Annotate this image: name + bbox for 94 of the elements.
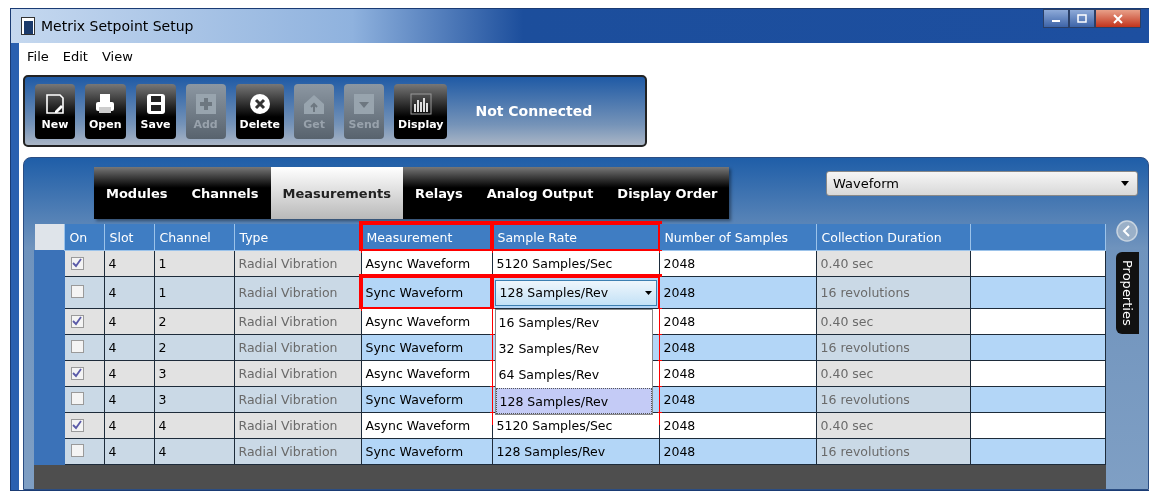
column-header[interactable]: Channel [154, 224, 234, 251]
table-cell: Radial Vibration [234, 250, 361, 277]
table-cell: Radial Vibration [234, 360, 361, 387]
table-cell: 2048 [659, 276, 816, 309]
table-cell: Async Waveform [361, 308, 492, 335]
column-header[interactable]: Collection Duration [816, 224, 970, 251]
checkbox[interactable] [70, 391, 84, 405]
table-cell: 2048 [659, 438, 816, 465]
toolbar-button[interactable]: Open [85, 83, 126, 139]
properties-tab[interactable]: Properties [1115, 252, 1139, 334]
close-button[interactable] [1095, 9, 1141, 28]
table-cell: 1 [154, 250, 234, 277]
sample-rate-dropdown[interactable]: 128 Samples/Rev [494, 279, 657, 306]
table-cell: 16 revolutions [816, 438, 970, 465]
table-cell: 16 revolutions [816, 276, 970, 309]
table-cell: 4 [104, 276, 154, 309]
table-cell: 2048 [659, 386, 816, 413]
menu-item[interactable]: Edit [62, 48, 88, 64]
table-cell: Radial Vibration [234, 276, 361, 309]
toolbar-button[interactable]: Display [394, 83, 448, 139]
filter-dropdown[interactable]: Waveform [826, 171, 1138, 196]
table-cell: 4 [154, 412, 234, 439]
close-icon [1113, 13, 1123, 24]
caret-icon [1121, 181, 1129, 186]
menu-item[interactable]: View [101, 48, 133, 64]
toolbar-button[interactable]: Delete [235, 83, 285, 139]
column-header[interactable]: Number of Samples [659, 224, 816, 251]
table-cell: 16 revolutions [816, 386, 970, 413]
minimize-button[interactable] [1043, 9, 1069, 28]
table-cell: 2048 [659, 308, 816, 335]
table-cell: 0.40 sec [816, 250, 970, 277]
table-cell: 0.40 sec [816, 308, 970, 335]
column-header[interactable]: Sample Rate [492, 224, 659, 251]
collapse-icon[interactable] [1116, 220, 1138, 242]
app-icon [21, 17, 35, 35]
tab[interactable]: Measurements [270, 167, 403, 219]
dropdown-option[interactable]: 128 Samples/Rev [495, 388, 652, 414]
maximize-button[interactable] [1069, 9, 1095, 28]
table-cell: Radial Vibration [234, 412, 361, 439]
download-icon [352, 91, 377, 116]
table-cell: 2 [154, 308, 234, 335]
table-cell: 2 [154, 334, 234, 361]
table-cell: 2048 [659, 334, 816, 361]
bar-chart-icon [408, 91, 433, 116]
column-header[interactable]: Type [234, 224, 361, 251]
table-cell: 0.40 sec [816, 360, 970, 387]
toolbar-button[interactable]: New [35, 83, 75, 139]
table-cell: 5120 Samples/Sec [496, 256, 613, 271]
table-cell: 4 [154, 438, 234, 465]
tab[interactable]: Analog Output [474, 167, 606, 219]
table-cell: 1 [154, 276, 234, 309]
table-cell: 3 [154, 360, 234, 387]
table-cell: 2048 [659, 250, 816, 277]
checkbox[interactable] [70, 314, 84, 328]
table-cell: Async Waveform [361, 360, 492, 387]
table-cell: 0.40 sec [816, 412, 970, 439]
checkbox[interactable] [70, 443, 84, 457]
table-cell: Radial Vibration [234, 308, 361, 335]
table-cell: 2048 [659, 412, 816, 439]
checkbox[interactable] [70, 339, 84, 353]
table-cell: Sync Waveform [361, 276, 492, 309]
caret-icon [644, 290, 652, 295]
checkbox[interactable] [70, 418, 84, 432]
tab[interactable]: Modules [94, 167, 180, 219]
maximize-icon [1077, 14, 1087, 23]
table-cell: Radial Vibration [234, 386, 361, 413]
tab[interactable]: Channels [179, 167, 271, 219]
checkbox[interactable] [70, 284, 84, 298]
table-cell: 2048 [659, 360, 816, 387]
table-cell: Sync Waveform [361, 438, 492, 465]
toolbar-button[interactable]: Save [135, 83, 176, 139]
tab[interactable]: Relays [402, 167, 475, 219]
connection-status: Not Connected [475, 103, 593, 119]
table-cell: Sync Waveform [361, 334, 492, 361]
select-all-corner[interactable] [34, 224, 64, 251]
table-cell: Sync Waveform [361, 386, 492, 413]
column-header[interactable]: Measurement [361, 224, 492, 251]
column-header[interactable]: Slot [104, 224, 154, 251]
table-cell: Radial Vibration [234, 334, 361, 361]
table-cell: 16 revolutions [816, 334, 970, 361]
table-cell: Radial Vibration [234, 438, 361, 465]
page-icon [43, 91, 67, 116]
window-title: Metrix Setpoint Setup [41, 18, 194, 34]
table-cell: Async Waveform [361, 412, 492, 439]
column-header[interactable]: On [64, 224, 104, 251]
table-cell: 5120 Samples/Sec [496, 418, 613, 433]
tab[interactable]: Display Order [605, 167, 730, 219]
table-cell: 3 [154, 386, 234, 413]
menu-item[interactable]: File [27, 48, 49, 64]
checkbox[interactable] [70, 366, 84, 380]
table-cell: 128 Samples/Rev [496, 444, 606, 459]
checkbox[interactable] [70, 256, 84, 270]
plus-icon [193, 91, 218, 116]
close-circle-icon [247, 91, 272, 116]
